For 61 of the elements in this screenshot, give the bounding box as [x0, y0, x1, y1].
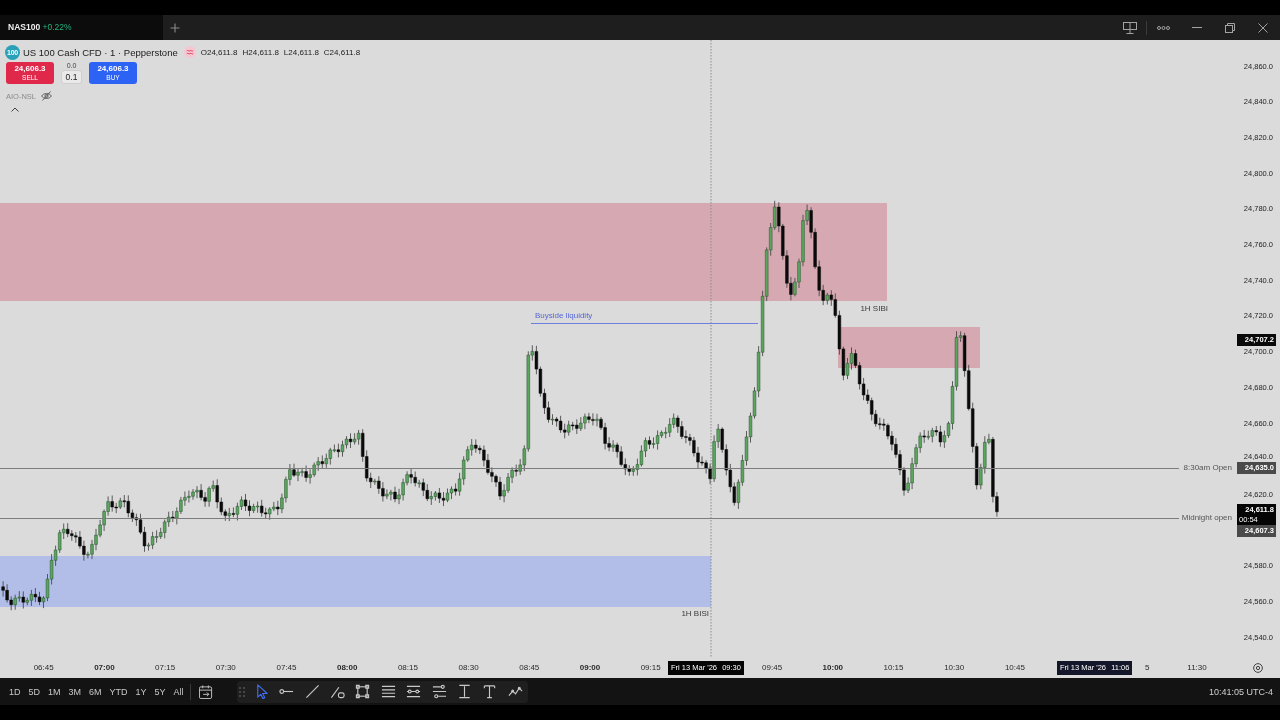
- time-scale-label: 10:45: [1004, 663, 1025, 673]
- plus-icon[interactable]: [170, 22, 180, 33]
- time-scale-label: 08:00: [336, 663, 358, 673]
- zone-label: 1H BISI: [681, 609, 709, 619]
- time-scale-label: 07:00: [94, 663, 115, 673]
- time-scale-label: 07:15: [155, 663, 176, 673]
- restore-icon[interactable]: [1224, 22, 1235, 33]
- level-label: 8:30am Open: [1183, 463, 1232, 473]
- rectangle-icon[interactable]: [355, 684, 371, 699]
- level-label: Midnight open: [1181, 513, 1232, 523]
- i-beam-icon[interactable]: [456, 684, 472, 699]
- range-button[interactable]: 1M: [44, 681, 65, 702]
- time-scale-label: 11:30: [1187, 663, 1207, 673]
- ohlc-value: O24,611.8: [200, 47, 238, 57]
- symbol-title: US 100 Cash CFD · 1 · Pepperstone: [23, 46, 178, 58]
- time-scale-label: 09:45: [762, 663, 783, 673]
- target-icon[interactable]: [1253, 663, 1263, 673]
- close-icon[interactable]: [1257, 22, 1268, 33]
- range-button[interactable]: 1Y: [131, 681, 151, 702]
- monitor-icon[interactable]: [1122, 21, 1137, 34]
- text-icon[interactable]: [482, 684, 498, 699]
- range-button[interactable]: 3M: [64, 681, 86, 702]
- time-scale-label: 09:15: [640, 663, 661, 673]
- eye-crossed-icon[interactable]: [41, 91, 52, 101]
- clock-time: 10:41:05 UTC-4: [1208, 686, 1273, 697]
- ohlc-value: L24,611.8: [283, 47, 319, 57]
- range-button[interactable]: YTD: [105, 681, 132, 702]
- zone-label: 1H SIBI: [860, 304, 888, 314]
- range-button[interactable]: 6M: [85, 681, 106, 702]
- drag-handle-icon[interactable]: [238, 686, 245, 697]
- symbol-tab[interactable]: NAS100 +0.22%: [0, 15, 163, 40]
- diagonal-line-icon[interactable]: [304, 684, 320, 699]
- ohlc-value: C24,611.8: [323, 47, 361, 57]
- time-scale-label: 10:15: [883, 663, 904, 673]
- calendar-icon[interactable]: [198, 684, 213, 699]
- time-scale-label: 5: [1145, 663, 1150, 673]
- time-scale-label: 09:00: [579, 663, 601, 673]
- more-icon[interactable]: [1157, 25, 1170, 30]
- liquidity-label: Buyside liquidity: [535, 311, 593, 321]
- time-scale-label: 06:45: [33, 663, 54, 673]
- time-scale-label: 08:45: [519, 663, 540, 673]
- time-scale-label: 10:00: [822, 663, 844, 673]
- parallel-lines-icon[interactable]: [431, 684, 447, 699]
- stacked-lines-icon[interactable]: [380, 684, 396, 699]
- minimize-icon[interactable]: [1191, 27, 1202, 28]
- time-scale-label: 08:15: [397, 663, 418, 673]
- wave-lines-icon: [183, 46, 196, 58]
- line-and-node-icon[interactable]: [330, 684, 345, 699]
- range-button[interactable]: 5Y: [150, 681, 170, 702]
- range-button[interactable]: All: [169, 681, 188, 702]
- quantity-field[interactable]: 0.1: [61, 70, 82, 84]
- time-scale-label: 10:30: [944, 663, 965, 673]
- range-button[interactable]: 5D: [24, 681, 45, 702]
- time-scale-label: 07:45: [276, 663, 297, 673]
- time-scale-label: 07:30: [215, 663, 236, 673]
- ohlc-value: H24,611.8: [242, 47, 279, 57]
- time-scale-label: 08:30: [458, 663, 479, 673]
- zigzag-icon[interactable]: [507, 684, 523, 699]
- lines-with-nodes-icon[interactable]: [406, 684, 422, 699]
- range-button[interactable]: 1D: [5, 681, 25, 702]
- chevron-up-icon[interactable]: [11, 107, 19, 112]
